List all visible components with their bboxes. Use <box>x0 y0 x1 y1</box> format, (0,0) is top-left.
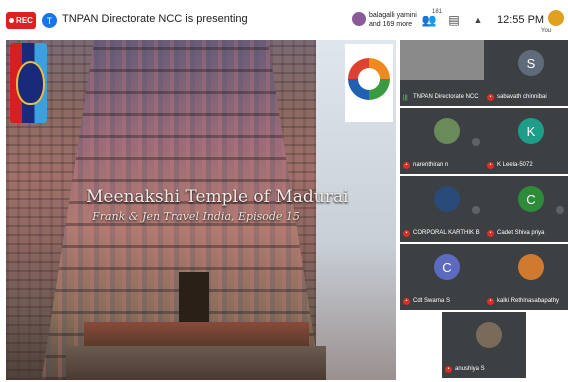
temple-roof <box>84 322 309 346</box>
viewers-line1: balagalli yamini <box>369 12 417 19</box>
mic-off-icon: • <box>403 162 410 169</box>
rec-label: REC <box>16 16 33 25</box>
participant-tile[interactable]: • anushiya S <box>442 312 526 378</box>
slide-subtitle: Frank & Jen Travel India, Episode 15 <box>92 210 300 223</box>
slide-title: Meenakshi Temple of Madurai <box>86 187 349 207</box>
recording-indicator: REC <box>6 12 36 29</box>
mic-off-icon: • <box>487 162 494 169</box>
mic-off-icon: • <box>487 94 494 101</box>
participant-tile[interactable]: • CORPORAL KARTHIK B <box>400 176 484 242</box>
you-label: You <box>541 28 552 34</box>
participant-avatar: C <box>434 254 460 280</box>
participant-tile[interactable]: • kalki Rethinasabapathy <box>484 244 568 310</box>
more-options-icon[interactable] <box>472 138 480 146</box>
temple-entrance <box>179 272 209 327</box>
temple-base <box>66 346 326 380</box>
presenting-text: TNPAN Directorate NCC is presenting <box>62 13 248 25</box>
mic-off-icon: • <box>445 366 452 373</box>
meeting-top-bar: REC T TNPAN Directorate NCC is presentin… <box>0 0 568 40</box>
participant-avatar: S <box>518 50 544 76</box>
participant-photo <box>476 322 502 348</box>
participant-tile[interactable]: K • K Leela-5072 <box>484 108 568 174</box>
ncc-crest-icon <box>16 61 45 105</box>
speaking-icon: ||| <box>403 95 408 101</box>
participant-photo <box>434 186 460 212</box>
participant-tile[interactable]: • narenthiran n <box>400 108 484 174</box>
participant-tile[interactable]: C • Cadet Shiva priya <box>484 176 568 242</box>
participant-name: Cadet Shiva priya <box>497 230 545 236</box>
viewers-line2: and 169 more <box>369 21 413 28</box>
mic-off-icon: • <box>487 230 494 237</box>
participant-name: anushiya S <box>455 366 485 372</box>
participant-name: Cdt Swarna S <box>413 298 451 304</box>
more-options-icon[interactable] <box>556 206 564 214</box>
participant-tile[interactable]: ||| TNPAN Directorate NCC <box>400 40 484 106</box>
participant-name: TNPAN Directorate NCC <box>413 94 479 100</box>
presenter-avatar: T <box>42 13 57 28</box>
activities-icon[interactable]: ▲ <box>469 10 487 30</box>
participant-avatar: K <box>518 118 544 144</box>
participants-count: 181 <box>432 9 443 15</box>
participant-name: narenthiran n <box>413 162 449 168</box>
more-options-icon[interactable] <box>472 206 480 214</box>
ncc-logo <box>10 43 47 123</box>
record-dot-icon <box>9 18 15 23</box>
participant-avatar: C <box>518 186 544 212</box>
viewers-text: balagalli yamini and 169 more <box>369 11 417 29</box>
participant-tile[interactable]: C • Cdt Swarna S <box>400 244 484 310</box>
mic-off-icon: • <box>403 298 410 305</box>
mic-off-icon: • <box>403 230 410 237</box>
participant-name: sabavath chinnibai <box>497 94 547 100</box>
chat-icon[interactable]: ▤ <box>445 10 463 30</box>
participant-photo <box>518 254 544 280</box>
participant-name: K Leela-5072 <box>497 162 533 168</box>
presenter-video-thumbnail <box>400 40 484 80</box>
mic-off-icon: • <box>487 298 494 305</box>
presentation-screen: Meenakshi Temple of Madurai Frank & Jen … <box>6 40 396 380</box>
participant-name: kalki Rethinasabapathy <box>497 298 560 304</box>
participant-name: CORPORAL KARTHIK B <box>413 230 480 236</box>
viewers-summary[interactable]: balagalli yamini and 169 more <box>352 9 417 33</box>
participants-grid: ||| TNPAN Directorate NCC S • sabavath c… <box>398 40 568 382</box>
clock: 12:55 PM <box>497 14 545 26</box>
participant-tile[interactable]: S • sabavath chinnibai <box>484 40 568 106</box>
you-avatar[interactable] <box>548 10 564 26</box>
viewer-avatar <box>352 12 366 26</box>
participant-photo <box>434 118 460 144</box>
azadi-emblem-logo <box>345 44 393 122</box>
